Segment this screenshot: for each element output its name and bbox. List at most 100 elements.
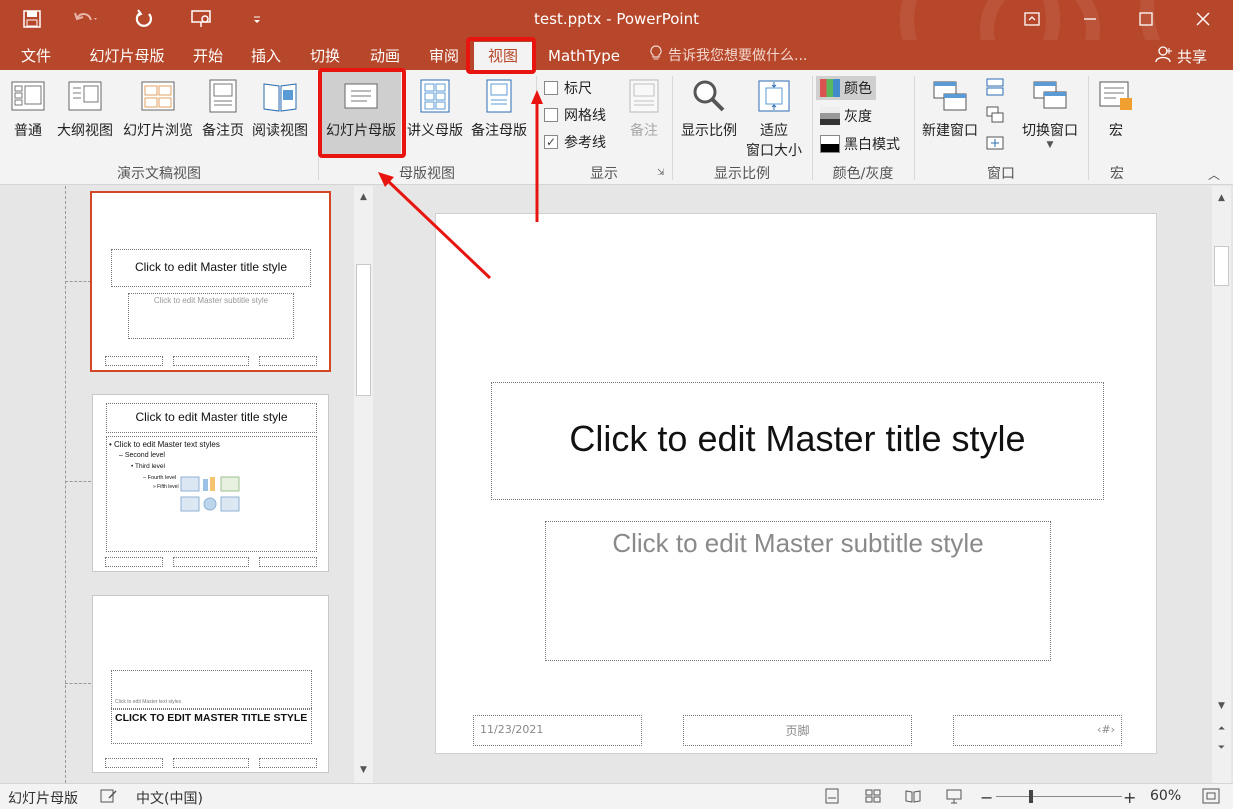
ribbon-tab-bar: 文件 幻灯片母版 开始 插入 切换 动画 审阅 视图 MathType 告诉我您… — [0, 40, 1233, 70]
ruler-checkbox[interactable]: 标尺 — [544, 78, 592, 98]
notes-button[interactable]: 备注 — [622, 78, 666, 140]
collapse-ribbon-icon[interactable]: ︿ — [1208, 166, 1220, 183]
thumb-subtitle: Click to edit Master subtitle style — [153, 296, 269, 305]
slide-page-number: ‹#› — [1096, 723, 1115, 736]
group-label-color: 颜色/灰度 — [832, 166, 894, 182]
scroll-down-icon[interactable]: ▼ — [1213, 697, 1230, 714]
group-label-master-views: 母版视图 — [399, 166, 455, 182]
maximize-icon[interactable] — [1131, 7, 1161, 31]
new-window-icon — [933, 81, 967, 111]
black-white-swatch-icon — [820, 135, 840, 153]
grayscale-option[interactable]: 灰度 — [816, 104, 876, 128]
tab-animations[interactable]: 动画 — [365, 45, 405, 67]
scrollbar-thumb[interactable] — [1214, 246, 1229, 286]
slide-canvas[interactable]: Click to edit Master title style Click t… — [435, 213, 1157, 754]
gridlines-checkbox[interactable]: 网格线 — [544, 105, 606, 125]
tab-review[interactable]: 审阅 — [424, 45, 464, 67]
tab-home[interactable]: 开始 — [188, 45, 228, 67]
tab-transitions[interactable]: 切换 — [305, 45, 345, 67]
macros-button[interactable]: 宏 — [1096, 78, 1136, 140]
check-icon: ✓ — [544, 135, 558, 149]
content-placeholder-icons — [179, 475, 245, 519]
notes-view-icon[interactable] — [824, 788, 840, 804]
zoom-out-icon[interactable]: − — [980, 788, 993, 807]
move-split-icon[interactable] — [986, 134, 1004, 156]
switch-window-button[interactable]: 切换窗口 ▼ — [1016, 78, 1084, 150]
zoom-slider-thumb[interactable] — [1029, 790, 1033, 803]
scroll-up-icon[interactable]: ▲ — [355, 188, 372, 205]
fit-slide-icon[interactable] — [1202, 788, 1220, 804]
ribbon-display-icon[interactable] — [1017, 7, 1047, 31]
notes-page-button[interactable]: 备注页 — [199, 78, 247, 140]
outline-view-icon — [68, 81, 102, 111]
thumb-level-3: • Third level — [131, 463, 165, 470]
share-button[interactable]: 共享 — [1155, 45, 1207, 67]
outline-view-button[interactable]: 大纲视图 — [53, 78, 117, 140]
view-status: 幻灯片母版 — [8, 791, 78, 807]
slide-title[interactable]: Click to edit Master title style — [491, 418, 1104, 460]
magnifier-icon — [693, 80, 725, 112]
next-slide-icon[interactable]: ⏷ — [1213, 739, 1230, 756]
new-window-button[interactable]: 新建窗口 — [918, 78, 982, 140]
tab-view[interactable]: 视图 — [474, 42, 532, 70]
minimize-icon[interactable] — [1075, 7, 1105, 31]
macros-icon — [1099, 81, 1132, 110]
language-status[interactable]: 中文(中国) — [136, 788, 203, 808]
slideshow-icon[interactable] — [946, 788, 962, 804]
reading-view-button[interactable]: 阅读视图 — [249, 78, 311, 140]
zoom-button[interactable]: 显示比例 — [676, 78, 742, 140]
slide-thumbnail-2[interactable]: Click to edit Master title style • Click… — [92, 394, 329, 572]
thumbnail-scrollbar[interactable]: ▲ ▼ — [354, 186, 373, 783]
scrollbar-thumb[interactable] — [356, 264, 371, 396]
guides-checkbox[interactable]: ✓ 参考线 — [544, 132, 606, 152]
previous-slide-icon[interactable]: ⏶ — [1213, 720, 1230, 737]
close-icon[interactable] — [1188, 7, 1218, 31]
group-label-presentation-views: 演示文稿视图 — [117, 166, 201, 182]
zoom-slider[interactable] — [996, 796, 1122, 797]
slide-subtitle[interactable]: Click to edit Master subtitle style — [545, 528, 1051, 559]
thumb-footer-box — [105, 356, 163, 366]
thumb-footer-box — [259, 758, 317, 768]
slide-thumbnail-3[interactable]: Click to edit Master text styles CLICK T… — [92, 595, 329, 773]
tab-file[interactable]: 文件 — [16, 45, 56, 67]
tell-me-box[interactable]: 告诉我您想要做什么... — [650, 45, 807, 65]
user-icon — [1155, 45, 1173, 67]
reading-view-icon — [263, 83, 297, 112]
thumb-footer-box — [173, 758, 249, 768]
grayscale-swatch-icon — [820, 107, 840, 125]
master-connector-line — [65, 186, 66, 783]
scroll-down-icon[interactable]: ▼ — [355, 761, 372, 778]
thumb-footer-box — [105, 758, 163, 768]
dialog-launcher-icon[interactable]: ⇲ — [657, 168, 665, 178]
black-white-option[interactable]: 黑白模式 — [816, 132, 904, 156]
slide-scrollbar[interactable]: ▲ ▼ ⏶ ⏷ — [1212, 186, 1231, 783]
normal-view-button[interactable]: 普通 — [8, 78, 48, 140]
scroll-up-icon[interactable]: ▲ — [1213, 189, 1230, 206]
slide-sorter-button[interactable]: 幻灯片浏览 — [119, 78, 197, 140]
slide-thumbnail-1[interactable]: Click to edit Master title style Click t… — [90, 191, 331, 372]
color-option[interactable]: 颜色 — [816, 76, 876, 100]
zoom-in-icon[interactable]: + — [1123, 788, 1136, 807]
fit-to-window-button[interactable]: 适应 窗口大小 — [742, 78, 806, 160]
connector — [65, 683, 91, 684]
tab-insert[interactable]: 插入 — [246, 45, 286, 67]
slide-footer: 页脚 — [785, 724, 810, 738]
window-title: test.pptx - PowerPoint — [534, 10, 699, 28]
normal-view-icon[interactable] — [865, 788, 881, 804]
switch-window-icon — [1033, 81, 1067, 109]
slide-master-button[interactable]: 幻灯片母版 — [321, 72, 401, 158]
notes-page-icon — [209, 79, 237, 113]
arrange-all-icon[interactable] — [986, 78, 1004, 100]
reading-view-icon[interactable] — [905, 788, 921, 804]
notes-master-button[interactable]: 备注母版 — [468, 78, 530, 140]
handout-master-button[interactable]: 讲义母版 — [404, 78, 466, 140]
zoom-level[interactable]: 60% — [1150, 788, 1181, 804]
spelling-icon[interactable] — [100, 788, 118, 804]
tab-mathtype[interactable]: MathType — [544, 45, 624, 67]
group-label-show: 显示 — [590, 166, 618, 182]
thumb-footer-box — [173, 356, 249, 366]
status-bar: 幻灯片母版 中文(中国) − + 60% — [0, 783, 1233, 809]
cascade-icon[interactable] — [986, 106, 1004, 128]
tab-slide-master[interactable]: 幻灯片母版 — [84, 45, 170, 67]
ribbon: 普通 大纲视图 幻灯片浏览 备注页 阅读视图 演示文稿视图 幻灯片母版 讲义母版… — [0, 70, 1233, 185]
